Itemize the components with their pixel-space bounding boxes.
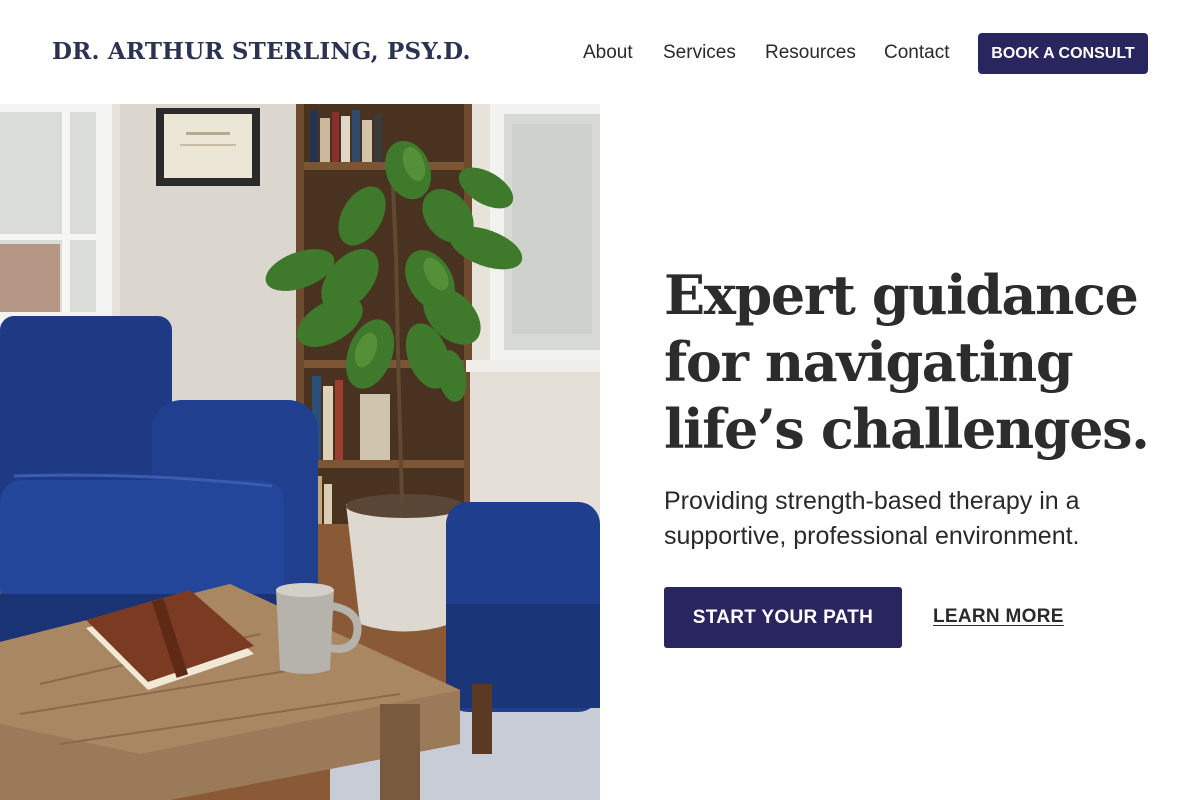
hero-subtext: Providing strength-based therapy in a su… (664, 487, 1080, 550)
nav-link-contact[interactable]: Contact (884, 42, 949, 64)
hero-headline: Expert guidance for navigating life’s ch… (664, 263, 1150, 461)
hero-office-image (0, 104, 600, 800)
nav-link-resources[interactable]: Resources (765, 42, 856, 64)
book-consult-button[interactable]: BOOK A CONSULT (978, 33, 1148, 74)
start-your-path-button[interactable]: START YOUR PATH (664, 587, 902, 648)
site-brand[interactable]: DR. ARTHUR STERLING, PSY.D. (52, 38, 471, 65)
nav-link-services[interactable]: Services (663, 42, 736, 64)
nav-link-about[interactable]: About (583, 42, 633, 64)
learn-more-link[interactable]: LEARN MORE (933, 606, 1064, 628)
site-header: DR. ARTHUR STERLING, PSY.D. About Servic… (0, 0, 1200, 104)
